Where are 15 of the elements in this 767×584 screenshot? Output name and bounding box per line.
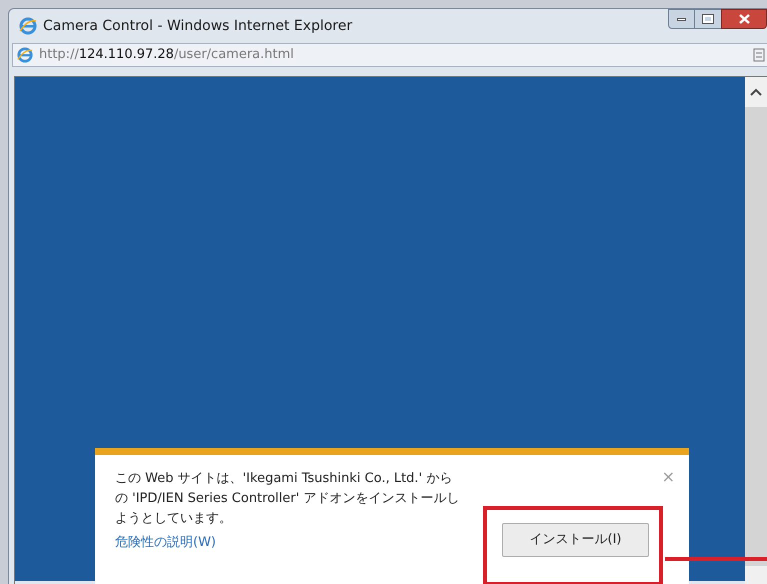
close-icon — [738, 14, 750, 24]
browser-logo-icon — [19, 17, 37, 35]
install-button[interactable]: インストール(I) — [502, 523, 649, 557]
minimize-button[interactable] — [668, 9, 695, 29]
maximize-button[interactable] — [695, 9, 721, 29]
close-button[interactable] — [721, 9, 767, 29]
notification-message: この Web サイトは、'Ikegami Tsushinki Co., Ltd.' からの 'IPD/IEN Series Controller' アドオンをインストールしようとしています。 — [115, 470, 460, 528]
scroll-up-icon[interactable] — [750, 88, 762, 96]
window-title: Camera Control - Windows Internet Explorer — [43, 16, 352, 36]
url-text: http://124.110.97.28/user/camera.html — [39, 46, 294, 64]
address-bar[interactable]: http://124.110.97.28/user/camera.html — [12, 43, 767, 67]
browser-logo-icon — [17, 47, 33, 63]
compatibility-icon[interactable] — [753, 48, 765, 62]
risk-info-link[interactable]: 危険性の説明(W) — [115, 535, 216, 550]
scrollbar[interactable] — [745, 77, 767, 584]
